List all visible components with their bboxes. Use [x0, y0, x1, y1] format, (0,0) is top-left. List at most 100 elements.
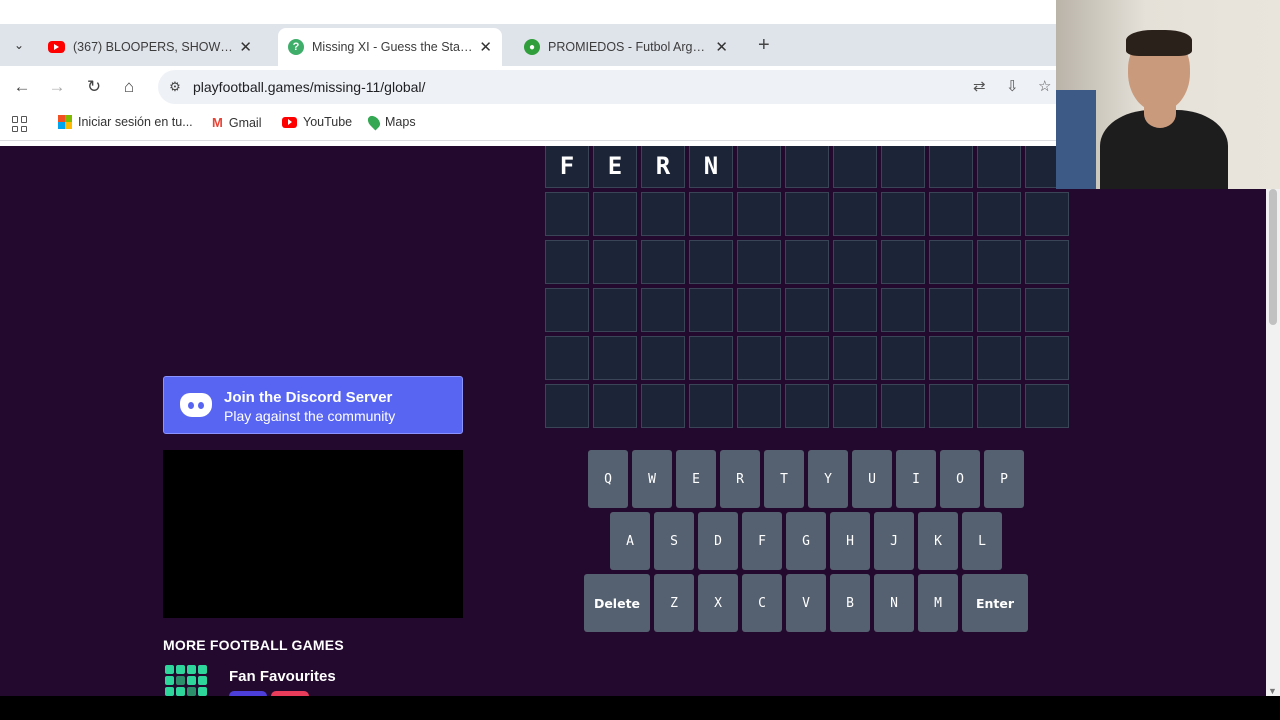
key-k[interactable]: K — [918, 512, 958, 570]
grid-cell — [881, 384, 925, 428]
grid-cell — [977, 336, 1021, 380]
key-w[interactable]: W — [632, 450, 672, 508]
grid-cell — [545, 240, 589, 284]
grid-cell — [977, 146, 1021, 188]
grid-row — [545, 384, 1069, 428]
youtube-icon — [48, 41, 65, 53]
tab-missing-xi[interactable]: ? Missing XI - Guess the Starting ✕ — [278, 28, 502, 66]
discord-subtitle: Play against the community — [224, 408, 396, 424]
key-t[interactable]: T — [764, 450, 804, 508]
grid-cell — [545, 192, 589, 236]
key-a[interactable]: A — [610, 512, 650, 570]
grid-cell — [881, 336, 925, 380]
bookmark-microsoft[interactable]: Iniciar sesión en tu... — [58, 115, 193, 129]
forward-icon[interactable]: → — [46, 76, 68, 98]
grid-cell — [641, 384, 685, 428]
back-icon[interactable]: ← — [11, 76, 33, 98]
key-r[interactable]: R — [720, 450, 760, 508]
key-g[interactable]: G — [786, 512, 826, 570]
key-i[interactable]: I — [896, 450, 936, 508]
game-link-fan-favourites[interactable]: Fan Favourites — [229, 668, 336, 685]
close-icon[interactable]: ✕ — [715, 38, 728, 56]
grid-cell — [737, 384, 781, 428]
grid-cell — [689, 288, 733, 332]
grid-cell — [737, 192, 781, 236]
key-y[interactable]: Y — [808, 450, 848, 508]
key-delete[interactable]: Delete — [584, 574, 650, 632]
scrollbar-thumb[interactable] — [1269, 189, 1277, 325]
tab-title: Missing XI - Guess the Starting — [312, 40, 474, 54]
translate-icon[interactable]: ⇄ — [973, 77, 986, 95]
bookmark-youtube[interactable]: YouTube — [282, 115, 352, 129]
bookmark-label: Iniciar sesión en tu... — [78, 115, 193, 129]
key-o[interactable]: O — [940, 450, 980, 508]
grid-cell — [881, 146, 925, 188]
more-games-heading: MORE FOOTBALL GAMES — [163, 637, 344, 653]
grid-cell — [593, 240, 637, 284]
key-e[interactable]: E — [676, 450, 716, 508]
key-c[interactable]: C — [742, 574, 782, 632]
grid-cell — [977, 192, 1021, 236]
key-l[interactable]: L — [962, 512, 1002, 570]
grid-cell: F — [545, 146, 589, 188]
tab-search-icon[interactable]: ⌄ — [8, 34, 30, 56]
grid-cell — [1025, 240, 1069, 284]
grid-game-icon[interactable] — [165, 665, 207, 696]
tab-promiedos[interactable]: ● PROMIEDOS - Futbol Argentino ✕ — [514, 28, 738, 66]
close-icon[interactable]: ✕ — [239, 38, 252, 56]
grid-cell — [929, 146, 973, 188]
scroll-down-icon[interactable]: ▼ — [1268, 686, 1277, 696]
grid-cell — [545, 384, 589, 428]
discord-join-button[interactable]: Join the Discord Server Play against the… — [163, 376, 463, 434]
key-z[interactable]: Z — [654, 574, 694, 632]
url-text[interactable]: playfootball.games/missing-11/global/ — [193, 79, 425, 95]
grid-cell — [929, 240, 973, 284]
home-icon[interactable]: ⌂ — [118, 76, 140, 98]
screen-bottom-edge — [0, 696, 1280, 720]
key-u[interactable]: U — [852, 450, 892, 508]
apps-icon[interactable] — [12, 116, 28, 132]
page-scrollbar[interactable]: ▼ — [1266, 189, 1280, 696]
key-s[interactable]: S — [654, 512, 694, 570]
close-icon[interactable]: ✕ — [479, 38, 492, 56]
install-app-icon[interactable]: ⇩ — [1006, 77, 1019, 95]
site-info-icon[interactable]: ⚙ — [164, 76, 186, 98]
tab-strip: ⌄ (367) BLOOPERS, SHOW DE GOLES ✕ ? Miss… — [0, 24, 1056, 66]
grid-cell — [929, 384, 973, 428]
grid-cell — [1025, 192, 1069, 236]
bookmark-gmail[interactable]: M Gmail — [212, 115, 262, 130]
key-enter[interactable]: Enter — [962, 574, 1028, 632]
key-n[interactable]: N — [874, 574, 914, 632]
grid-cell: R — [641, 146, 685, 188]
key-p[interactable]: P — [984, 450, 1024, 508]
grid-cell — [1025, 336, 1069, 380]
bookmark-maps[interactable]: Maps — [365, 113, 416, 131]
grid-cell — [833, 336, 877, 380]
new-tab-button[interactable]: + — [758, 34, 770, 57]
grid-cell — [593, 288, 637, 332]
grid-cell — [641, 192, 685, 236]
grid-cell — [545, 336, 589, 380]
discord-title: Join the Discord Server — [224, 389, 393, 406]
grid-cell — [737, 288, 781, 332]
grid-cell — [977, 288, 1021, 332]
bookmark-star-icon[interactable]: ☆ — [1038, 77, 1051, 95]
key-x[interactable]: X — [698, 574, 738, 632]
key-m[interactable]: M — [918, 574, 958, 632]
toolbar: ← → ↻ ⌂ ⚙ playfootball.games/missing-11/… — [0, 66, 1056, 108]
key-v[interactable]: V — [786, 574, 826, 632]
key-d[interactable]: D — [698, 512, 738, 570]
bookmark-label: Gmail — [228, 115, 262, 130]
youtube-icon — [282, 116, 297, 128]
key-q[interactable]: Q — [588, 450, 628, 508]
ad-video-placeholder — [163, 450, 463, 618]
grid-cell — [689, 192, 733, 236]
grid-cell — [977, 240, 1021, 284]
key-f[interactable]: F — [742, 512, 782, 570]
address-bar[interactable]: ⚙ playfootball.games/missing-11/global/ … — [158, 70, 1056, 104]
reload-icon[interactable]: ↻ — [83, 76, 105, 98]
key-b[interactable]: B — [830, 574, 870, 632]
key-j[interactable]: J — [874, 512, 914, 570]
key-h[interactable]: H — [830, 512, 870, 570]
tab-youtube[interactable]: (367) BLOOPERS, SHOW DE GOLES ✕ — [38, 28, 262, 66]
